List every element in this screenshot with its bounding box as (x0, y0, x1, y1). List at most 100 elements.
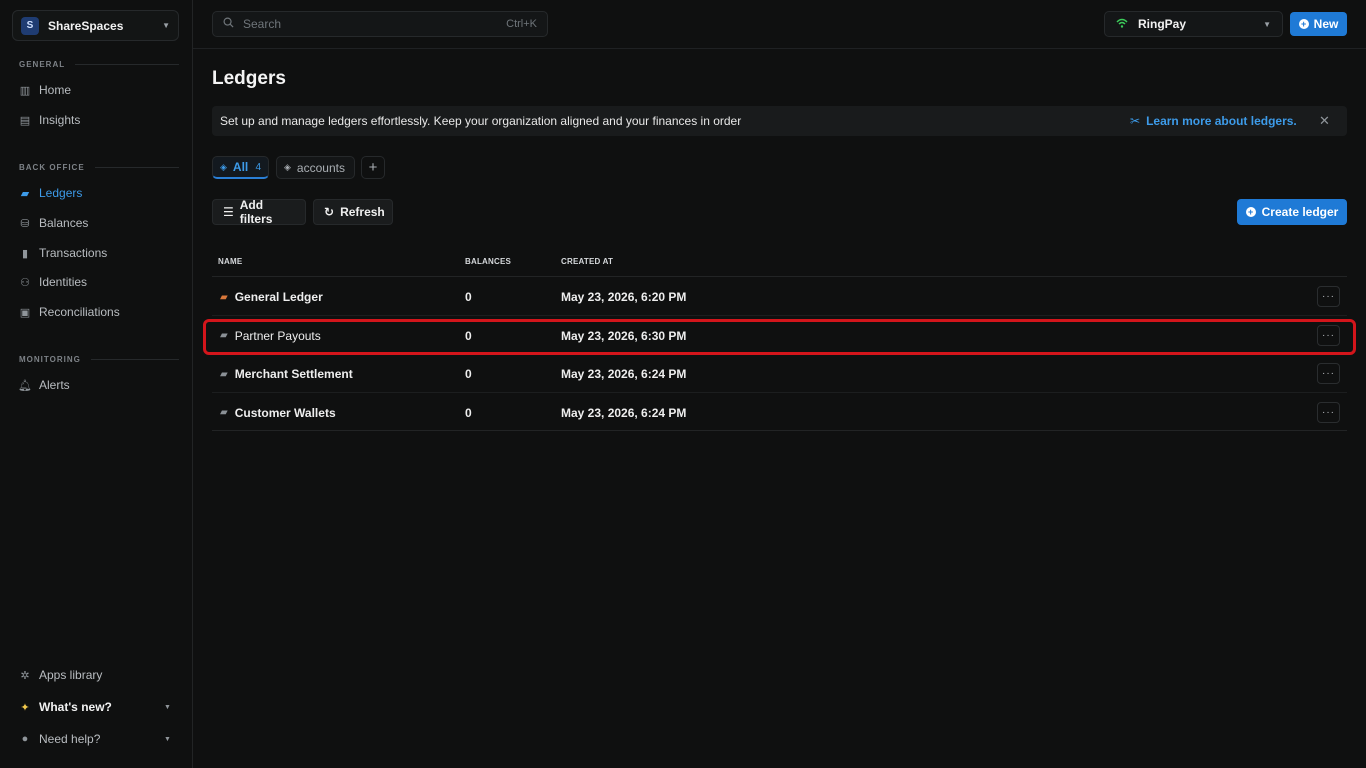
section-general: GENERAL (19, 60, 179, 69)
table-row[interactable]: ▰ General Ledger 0 May 23, 2026, 6:20 PM… (212, 277, 1347, 316)
create-label: Create ledger (1261, 205, 1339, 219)
bell-icon: 🔔︎ (18, 379, 32, 392)
info-banner: Set up and manage ledgers effortlessly. … (212, 106, 1347, 136)
row-more-button[interactable]: ··· (1317, 401, 1340, 423)
chevron-down-icon: ▼ (164, 703, 171, 711)
layers-icon: ◈ (284, 162, 291, 172)
column-header-name: NAME (218, 257, 243, 266)
filter-icon: ☰ (223, 205, 234, 219)
create-ledger-button[interactable]: + Create ledger (1237, 199, 1347, 225)
table-header: NAME BALANCES CREATED AT (212, 250, 1347, 277)
sidebar-item-transactions[interactable]: ▮ Transactions (19, 246, 107, 260)
tools-icon: ✂ (1130, 114, 1141, 128)
balances-cell: 0 (465, 405, 472, 420)
filters-label: Add filters (239, 198, 273, 226)
transactions-icon: ▮ (21, 247, 29, 260)
tab-all[interactable]: ◈ All 4 (212, 156, 269, 179)
sidebar-item-insights[interactable]: ▤ Insights (19, 113, 81, 127)
created-at-cell: May 23, 2026, 6:20 PM (561, 290, 687, 304)
folder-icon: ▰ (220, 291, 228, 303)
refresh-icon: ↻ (324, 205, 335, 219)
tab-count: 4 (255, 161, 261, 173)
ledger-name-cell: ▰ Merchant Settlement (220, 367, 353, 381)
add-view-button[interactable]: + (361, 156, 385, 179)
sidebar-item-label: Apps library (39, 668, 103, 682)
sidebar-item-label: Transactions (39, 246, 108, 260)
folder-icon: ▰ (220, 407, 228, 418)
chevron-down-icon: ▼ (162, 21, 170, 30)
app: S ShareSpaces ▼ GENERAL ▥ Home ▤ Insight… (0, 0, 1366, 768)
table-row[interactable]: ▰ Customer Wallets 0 May 23, 2026, 6:24 … (212, 393, 1347, 431)
chart-icon: ▤ (19, 114, 31, 127)
chevron-down-icon: ▼ (1263, 19, 1271, 29)
balances-cell: 0 (465, 328, 472, 343)
selection-highlight (203, 318, 1356, 355)
ledgers-table: NAME BALANCES CREATED AT ▰ General Ledge… (203, 250, 1356, 431)
sidebar-item-label: What's new? (39, 700, 112, 714)
sidebar-item-need-help[interactable]: ● Need help? ▼ (19, 732, 171, 746)
section-back-office: BACK OFFICE (19, 163, 179, 172)
sidebar-item-home[interactable]: ▥ Home (19, 83, 71, 97)
search-shortcut: Ctrl+K (506, 18, 537, 30)
search-icon (223, 17, 234, 31)
sidebar-item-identities[interactable]: ⚇ Identities (19, 275, 87, 289)
main-content: Search Ctrl+K RingPay ▼ + New Ledgers Se… (193, 0, 1366, 768)
column-header-created: CREATED AT (561, 257, 614, 266)
chevron-down-icon: ▼ (164, 735, 171, 743)
layers-icon: ◈ (220, 161, 227, 172)
sidebar-item-label: Ledgers (39, 186, 83, 200)
row-more-button[interactable]: ··· (1317, 363, 1340, 384)
folder-icon: ▰ (220, 330, 228, 341)
plus-circle-icon: + (1245, 207, 1256, 217)
sidebar-item-label: Insights (39, 113, 81, 127)
search-placeholder: Search (243, 17, 282, 31)
table-row[interactable]: ▰ Partner Payouts 0 May 23, 2026, 6:30 P… (203, 316, 1356, 355)
search-input[interactable]: Search Ctrl+K (212, 11, 548, 37)
learn-more-link[interactable]: ✂ Learn more about ledgers. (1130, 114, 1297, 128)
tab-accounts[interactable]: ◈ accounts (276, 156, 355, 179)
folder-icon: ▰ (20, 187, 30, 200)
balances-cell: 0 (465, 290, 472, 304)
workspace-badge: S (21, 16, 39, 35)
refresh-label: Refresh (340, 205, 385, 219)
row-more-button[interactable]: ··· (1317, 324, 1340, 346)
page-title: Ledgers (212, 68, 286, 89)
org-switcher[interactable]: RingPay ▼ (1104, 11, 1283, 37)
created-at-cell: May 23, 2026, 6:30 PM (561, 328, 687, 343)
banner-text: Set up and manage ledgers effortlessly. … (220, 114, 742, 128)
workspace-name: ShareSpaces (48, 18, 124, 33)
puzzle-icon: ✲ (20, 669, 30, 682)
created-at-cell: May 23, 2026, 6:24 PM (561, 367, 687, 381)
section-monitoring: MONITORING (19, 355, 179, 364)
sidebar-item-label: Home (39, 83, 72, 97)
sidebar-item-balances[interactable]: ⛁ Balances (19, 216, 88, 230)
ledger-name-cell: ▰ General Ledger (220, 290, 323, 304)
sidebar-item-apps-library[interactable]: ✲ Apps library (19, 668, 102, 682)
add-filters-button[interactable]: ☰ Add filters (212, 198, 306, 226)
refresh-button[interactable]: ↻ Refresh (313, 199, 393, 225)
coins-icon: ⛁ (20, 217, 30, 230)
ledger-name: General Ledger (234, 290, 323, 304)
tab-label: accounts (296, 160, 345, 175)
org-name: RingPay (1138, 17, 1187, 31)
reconcile-icon: ▣ (19, 306, 31, 319)
help-icon: ● (21, 733, 29, 745)
sidebar-item-label: Alerts (39, 378, 70, 392)
sidebar-item-label: Balances (39, 216, 89, 230)
sidebar-item-label: Need help? (39, 732, 101, 746)
topbar: Search Ctrl+K RingPay ▼ + New (193, 0, 1366, 49)
sidebar-item-whats-new[interactable]: ✦ What's new? ▼ (19, 700, 171, 714)
row-more-button[interactable]: ··· (1317, 286, 1340, 307)
created-at-cell: May 23, 2026, 6:24 PM (561, 405, 687, 420)
ledger-name-cell: ▰ Partner Payouts (220, 329, 321, 343)
plus-circle-icon: + (1298, 19, 1309, 29)
sidebar-item-ledgers[interactable]: ▰ Ledgers (19, 186, 83, 200)
sidebar-item-alerts[interactable]: 🔔︎ Alerts (18, 378, 70, 392)
workspace-switcher[interactable]: S ShareSpaces ▼ (12, 10, 179, 41)
new-button[interactable]: + New (1290, 12, 1347, 36)
close-icon[interactable]: ✕ (1319, 113, 1330, 129)
sidebar-item-reconciliations[interactable]: ▣ Reconciliations (19, 305, 120, 319)
balances-cell: 0 (465, 367, 472, 381)
tab-label: All (232, 160, 249, 174)
table-row[interactable]: ▰ Merchant Settlement 0 May 23, 2026, 6:… (212, 354, 1347, 393)
